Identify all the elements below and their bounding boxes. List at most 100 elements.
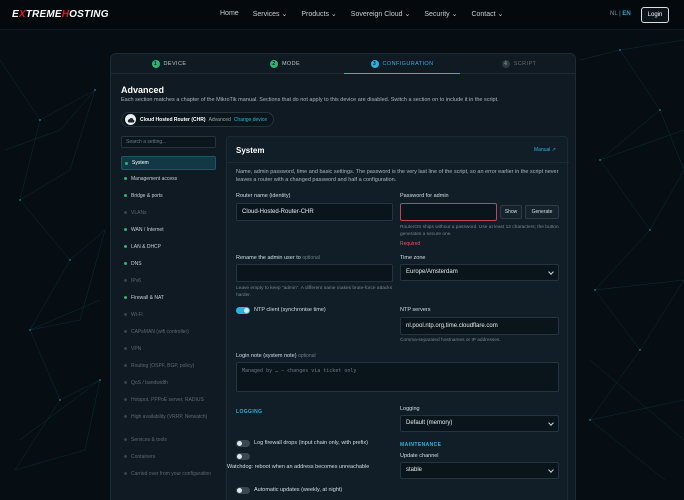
show-password-button[interactable]: Show — [500, 205, 522, 219]
step-label: SCRIPT — [513, 61, 537, 67]
nav-contact[interactable]: Contact ⌄ — [471, 10, 503, 18]
wizard-panel: 1 DEVICE 2 MODE 3 CONFIGURATION 4 SCRIPT Adv… — [110, 53, 576, 500]
sidebar-item-vlans[interactable]: VLANs — [121, 210, 216, 216]
rename-admin-hint: Leave empty to keep "admin". A different… — [236, 286, 393, 298]
nav-sovereign-cloud[interactable]: Sovereign Cloud ⌄ — [351, 10, 411, 18]
login-note-label-text: Login note (system note) — [236, 353, 297, 359]
sidebar-item-system[interactable]: System — [121, 156, 216, 170]
sidebar-item-label: Bridge & ports — [131, 193, 163, 199]
router-name-input[interactable]: Cloud-Hosted-Router-CHR — [236, 203, 393, 221]
sidebar-item-capsman[interactable]: CAPsMAN (wifi controller) — [121, 329, 216, 335]
sidebar-item-label: Firewall & NAT — [131, 295, 164, 301]
ntp-client-label: NTP client (synchronise time) — [254, 307, 326, 313]
manual-link[interactable]: Manual ↗ — [534, 147, 556, 153]
password-hint: RouterOS ships without a password. Use a… — [400, 225, 559, 237]
sidebar-item-carried-over[interactable]: Carried over from your configuration — [121, 471, 216, 477]
sidebar-item-qos[interactable]: QoS / bandwidth — [121, 380, 216, 386]
logging-heading: LOGGING — [236, 409, 263, 415]
section-title: System — [236, 146, 265, 155]
sidebar-item-lan-dhcp[interactable]: LAN & DHCP — [121, 244, 216, 250]
status-dot-icon — [124, 262, 127, 266]
login-note-textarea[interactable]: Managed by … — changes via ticket only — [236, 362, 559, 392]
sidebar-item-routing[interactable]: Routing (OSPF, BGP, policy) — [121, 363, 216, 369]
status-dot-icon — [124, 177, 127, 181]
generate-password-button[interactable]: Generate — [525, 205, 559, 219]
status-dot-icon — [124, 455, 127, 459]
status-dot-icon — [124, 211, 127, 215]
rename-admin-input[interactable] — [236, 264, 393, 282]
sidebar-item-wifi[interactable]: Wi-Fi — [121, 312, 216, 318]
step-mode[interactable]: 2 MODE — [227, 54, 343, 74]
step-device[interactable]: 1 DEVICE — [111, 54, 227, 74]
chevron-down-icon — [548, 467, 554, 473]
sidebar-item-firewall-nat[interactable]: Firewall & NAT — [121, 295, 216, 301]
section-divider — [227, 162, 569, 163]
password-input[interactable] — [400, 203, 497, 221]
sidebar-item-label: System — [132, 160, 149, 166]
step-label: CONFIGURATION — [382, 60, 434, 67]
watchdog-toggle[interactable] — [236, 453, 250, 460]
sidebar-item-label: Hotspot, PPPoE server, RADIUS — [131, 397, 204, 403]
ntp-client-toggle[interactable] — [236, 307, 250, 314]
status-dot-icon — [124, 381, 127, 385]
sidebar-item-ipv6[interactable]: IPv6 — [121, 278, 216, 284]
sidebar-item-hotspot[interactable]: Hotspot, PPPoE server, RADIUS — [121, 397, 216, 403]
step-check-icon: 1 — [151, 60, 160, 68]
lang-en[interactable]: EN — [622, 11, 630, 17]
step-configuration[interactable]: 3 CONFIGURATION — [344, 54, 460, 74]
ntp-servers-label: NTP servers — [400, 307, 431, 313]
sidebar-item-containers[interactable]: Containers — [121, 454, 216, 460]
status-dot-icon — [124, 194, 127, 198]
update-channel-value: stable — [406, 467, 423, 473]
auto-updates-toggle[interactable] — [236, 487, 250, 494]
sidebar-item-high-availability[interactable]: High availability (VRRP, Netwatch) — [121, 414, 216, 420]
status-dot-icon — [124, 364, 127, 368]
sidebar-item-bridge-ports[interactable]: Bridge & ports — [121, 193, 216, 199]
top-navigation: EXTREMEHOSTING Home Services ⌄ Products … — [0, 0, 684, 30]
step-number-icon: 3 — [370, 59, 379, 68]
nav-security[interactable]: Security ⌄ — [424, 10, 457, 18]
main-menu: Home Services ⌄ Products ⌄ Sovereign Clo… — [220, 10, 517, 18]
watchdog-label: Watchdog: reboot when an address becomes… — [227, 464, 370, 470]
rename-admin-label-text: Rename the admin user to — [236, 255, 301, 261]
sidebar-item-services-tools[interactable]: Services & tools — [121, 437, 216, 443]
logo-part: E — [12, 9, 19, 20]
login-button[interactable]: Login — [641, 7, 669, 23]
log-firewall-drops-toggle[interactable] — [236, 440, 250, 447]
logging-select[interactable]: Default (memory) — [400, 415, 559, 432]
sidebar-item-dns[interactable]: DNS — [121, 261, 216, 267]
sidebar-item-label: CAPsMAN (wifi controller) — [131, 329, 189, 335]
change-device-link[interactable]: Change device — [234, 117, 267, 123]
brand-logo[interactable]: EXTREMEHOSTING — [12, 9, 109, 20]
optional-tag: optional — [298, 353, 316, 359]
logo-part: TREME — [25, 9, 62, 20]
update-channel-select[interactable]: stable — [400, 462, 559, 479]
lang-nl[interactable]: NL — [610, 11, 617, 17]
sidebar-item-vpn[interactable]: VPN — [121, 346, 216, 352]
sidebar-item-management-access[interactable]: Management access — [121, 176, 216, 182]
step-script[interactable]: 4 SCRIPT — [461, 54, 575, 74]
auto-updates-label: Automatic updates (weekly, at night) — [254, 487, 343, 493]
sidebar-item-label: Wi-Fi — [131, 312, 143, 318]
nav-products[interactable]: Products ⌄ — [301, 10, 336, 18]
nav-services[interactable]: Services ⌄ — [253, 10, 288, 18]
status-dot-icon — [124, 279, 127, 283]
ntp-servers-input[interactable]: nl.pool.ntp.org,time.cloudflare.com — [400, 317, 559, 335]
section-sidebar: Search a setting... System Management ac… — [121, 136, 216, 477]
timezone-label: Time zone — [400, 255, 426, 261]
nav-home[interactable]: Home — [220, 10, 239, 18]
language-switch: NL | EN — [610, 11, 631, 17]
system-section: System Manual ↗ Name, admin password, ti… — [226, 136, 569, 500]
section-description: Name, admin password, time and basic set… — [236, 169, 559, 183]
sidebar-item-label: Containers — [131, 454, 156, 460]
status-dot-icon — [124, 415, 127, 419]
lang-separator: | — [619, 11, 621, 17]
sidebar-item-label: IPv6 — [131, 278, 142, 284]
password-required-error: Required — [400, 241, 421, 247]
sidebar-item-wan[interactable]: WAN / Internet — [121, 227, 216, 233]
page-title: Advanced — [121, 85, 165, 95]
log-firewall-drops-label: Log firewall drops (input chain only, wi… — [254, 440, 368, 446]
timezone-select[interactable]: Europe/Amsterdam — [400, 264, 559, 281]
sidebar-item-label: VPN — [131, 346, 142, 352]
search-input[interactable]: Search a setting... — [121, 136, 216, 148]
